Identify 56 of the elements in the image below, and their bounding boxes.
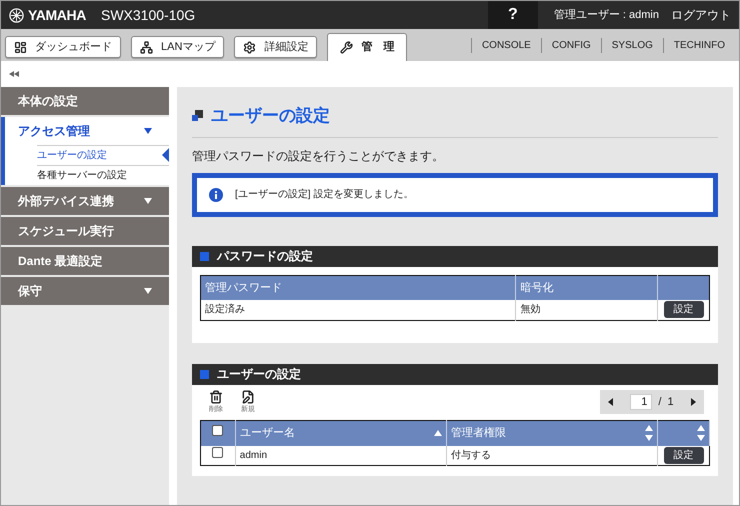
table-cell: admin (235, 446, 447, 466)
next-page-icon[interactable] (691, 398, 696, 406)
page-title-icon (192, 110, 203, 122)
edit-document-icon (241, 390, 255, 404)
previous-page-icon[interactable] (608, 398, 613, 406)
square-icon (200, 370, 209, 378)
trash-icon (209, 390, 223, 404)
section-title: ユーザーの設定 (217, 366, 301, 383)
logo-icon (9, 8, 24, 22)
table-cell: 付与する (446, 446, 658, 466)
column-header[interactable]: 管理者権限 (446, 420, 658, 446)
column-header: 管理パスワード (200, 275, 516, 300)
notice-text: [ユーザーの設定] 設定を変更しました。 (235, 188, 414, 202)
collapse-icon[interactable] (9, 71, 19, 77)
settings-button[interactable]: 設定 (664, 446, 704, 464)
sidebar-item[interactable]: アクセス管理 (1, 117, 169, 145)
table-cell: 設定済み (200, 300, 516, 320)
model-name: SWX3100-10G (101, 6, 196, 24)
select-all-checkbox[interactable] (212, 425, 224, 436)
page-title: ユーザーの設定 (211, 105, 330, 127)
nav-tab[interactable]: 詳細設定 (234, 36, 318, 58)
row-checkbox[interactable] (212, 447, 224, 458)
logo-text: YAMAHA (28, 6, 86, 24)
dashboard-icon (14, 40, 27, 54)
column-header[interactable]: ユーザー名 (235, 420, 447, 446)
header-link[interactable]: CONSOLE (470, 38, 541, 52)
sidebar-item[interactable]: 保守 (1, 277, 169, 305)
nav-tab[interactable]: 管 理 (327, 33, 408, 61)
page-input[interactable]: 1 (630, 394, 652, 410)
gear-icon (243, 40, 256, 54)
help-button[interactable]: ? (488, 1, 538, 29)
square-icon (200, 252, 209, 260)
sidebar-item[interactable]: 外部デバイス連携 (1, 187, 169, 215)
nav-tab[interactable]: ダッシュボード (5, 36, 121, 58)
header-link[interactable]: TECHINFO (662, 38, 735, 52)
column-header: 暗号化 (516, 275, 658, 300)
map-icon (140, 40, 153, 54)
wrench-icon (340, 41, 354, 54)
table-cell: 無効 (516, 300, 658, 320)
header-link[interactable]: SYSLOG (600, 38, 663, 52)
sidebar-item[interactable]: Dante 最適設定 (1, 247, 169, 275)
sidebar-item[interactable]: 本体の設定 (1, 87, 169, 115)
info-icon (209, 188, 223, 202)
logout-link[interactable]: ログアウト (671, 6, 731, 24)
page-total: 1 (667, 395, 674, 410)
section-title: パスワードの設定 (217, 248, 313, 265)
sidebar-item[interactable]: スケジュール実行 (1, 217, 169, 245)
dropdown-arrow-icon (144, 288, 152, 294)
nav-tab[interactable]: LANマップ (131, 36, 224, 58)
dropdown-arrow-icon (144, 198, 152, 204)
settings-button[interactable]: 設定 (664, 301, 704, 318)
page-description: 管理パスワードの設定を行うことができます。 (192, 148, 445, 164)
header-link[interactable]: CONFIG (540, 38, 601, 52)
dropdown-arrow-icon (144, 128, 152, 134)
page-separator: / (658, 395, 662, 410)
column-header (658, 275, 710, 300)
